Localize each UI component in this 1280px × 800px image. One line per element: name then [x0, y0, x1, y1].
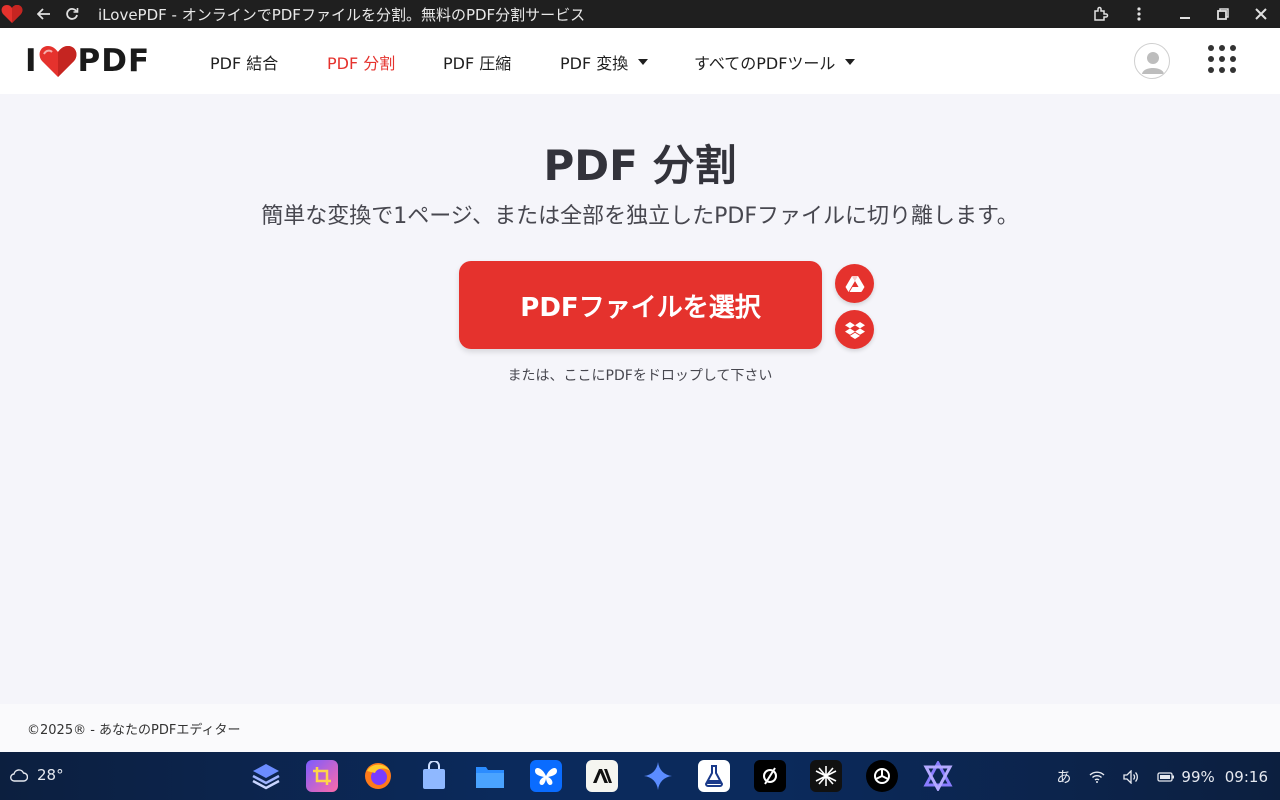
perplexity-app-icon[interactable] [754, 760, 786, 792]
dropbox-button[interactable] [835, 310, 874, 349]
back-icon[interactable] [30, 0, 58, 28]
nav-label: PDF 結合 [210, 54, 279, 73]
dropbox-icon [844, 321, 865, 339]
battery-percent: 99% [1181, 767, 1215, 786]
ilovepdf-app-icon [0, 0, 24, 28]
gemini-sparkle-icon[interactable] [642, 760, 674, 792]
os-taskbar: 28° あ 99% 09:16 [0, 752, 1280, 800]
store-bag-icon[interactable] [418, 760, 450, 792]
browser-title-bar: iLovePDF - オンラインでPDFファイルを分割。無料のPDF分割サービス [0, 0, 1280, 28]
nav-convert-pdf[interactable]: PDF 変換 [560, 50, 649, 74]
caret-down-icon [638, 59, 649, 65]
more-menu-icon[interactable] [1120, 0, 1158, 28]
nav-merge-pdf[interactable]: PDF 結合 [210, 50, 278, 74]
extensions-icon[interactable] [1082, 0, 1120, 28]
nav-split-pdf[interactable]: PDF 分割 [327, 50, 395, 74]
chatgpt-icon[interactable] [866, 760, 898, 792]
layers-app-icon[interactable] [250, 760, 282, 792]
weather-widget[interactable]: 28° [10, 766, 64, 784]
nav-label: PDF 変換 [560, 54, 629, 73]
battery-icon[interactable] [1157, 771, 1175, 783]
cloud-weather-icon [10, 769, 28, 782]
google-drive-button[interactable] [835, 264, 874, 303]
close-icon[interactable] [1242, 0, 1280, 28]
site-footer: ©2025® - あなたのPDFエディター [0, 704, 1280, 752]
footer-copyright: ©2025® - あなたのPDFエディター [27, 723, 241, 738]
star-app-icon[interactable] [922, 760, 954, 792]
logo-letter-i: I [25, 43, 38, 79]
app-dock [250, 760, 978, 792]
clock[interactable]: 09:16 [1225, 768, 1268, 786]
minimize-icon[interactable] [1166, 0, 1204, 28]
nav-compress-pdf[interactable]: PDF 圧縮 [443, 50, 511, 74]
user-avatar-icon[interactable] [1134, 43, 1170, 79]
files-folder-icon[interactable] [474, 760, 506, 792]
ime-indicator[interactable]: あ [1056, 766, 1071, 787]
butterfly-app-icon[interactable] [530, 760, 562, 792]
temperature: 28° [37, 766, 64, 784]
drop-hint: または、ここにPDFをドロップして下さい [507, 368, 773, 384]
anthropic-app-icon[interactable] [586, 760, 618, 792]
system-tray: あ 99% 09:16 [1038, 766, 1268, 787]
window-title: iLovePDF - オンラインでPDFファイルを分割。無料のPDF分割サービス [98, 5, 586, 24]
restore-icon[interactable] [1204, 0, 1242, 28]
page-title: PDF 分割 [543, 141, 737, 190]
select-pdf-button[interactable]: PDFファイルを選択 [459, 261, 822, 349]
firefox-icon[interactable] [362, 760, 394, 792]
caret-down-icon [845, 59, 856, 65]
logo-letters-pdf: PDF [77, 43, 151, 79]
page-subtitle: 簡単な変換で1ページ、または全部を独立したPDFファイルに切り離します。 [261, 204, 1019, 229]
nav-all-pdf-tools[interactable]: すべてのPDFツール [694, 50, 856, 74]
apps-grid-icon[interactable] [1208, 45, 1238, 75]
grid-logo-app-icon[interactable] [810, 760, 842, 792]
site-header: I PDF PDF 結合 PDF 分割 PDF 圧縮 PDF 変換 すべてのPD… [0, 28, 1280, 94]
heart-logo-icon [39, 46, 76, 77]
reload-icon[interactable] [58, 0, 86, 28]
google-drive-icon [845, 275, 864, 292]
volume-icon[interactable] [1123, 769, 1139, 784]
nav-label: PDF 分割 [327, 54, 396, 73]
nav-label: すべてのPDFツール [694, 54, 836, 73]
labs-flask-icon[interactable] [698, 760, 730, 792]
ilovepdf-logo[interactable]: I PDF [25, 43, 151, 79]
crop-app-icon[interactable] [306, 760, 338, 792]
nav-label: PDF 圧縮 [443, 54, 512, 73]
main-content: PDF 分割 簡単な変換で1ページ、または全部を独立したPDFファイルに切り離し… [0, 94, 1280, 704]
wifi-icon[interactable] [1089, 770, 1105, 783]
